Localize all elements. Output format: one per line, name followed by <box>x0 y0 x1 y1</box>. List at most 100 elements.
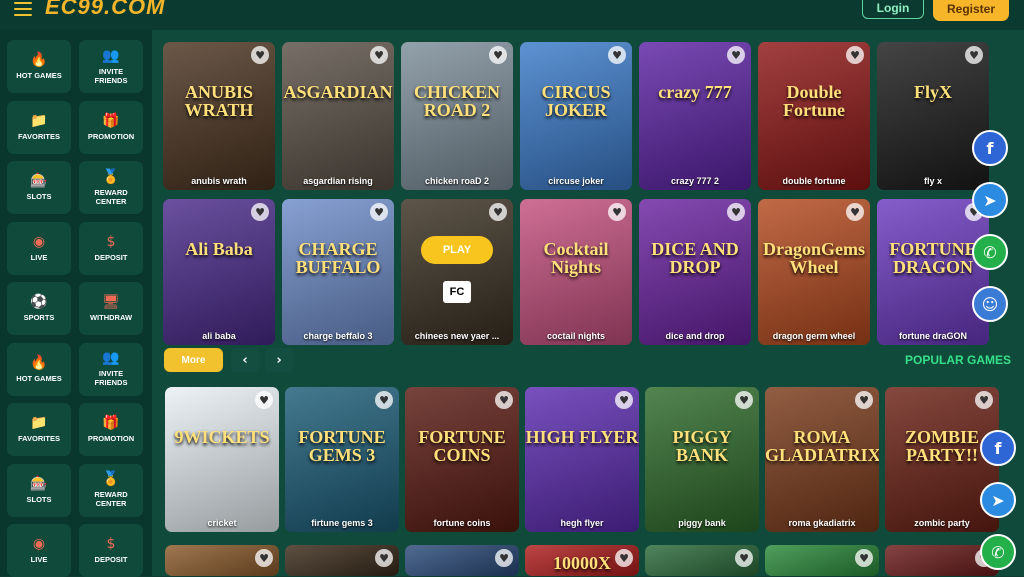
game-tile[interactable]: ♥ <box>285 545 399 576</box>
favorite-heart-icon[interactable]: ♥ <box>255 391 273 409</box>
sidebar-item-promotion[interactable]: 🎁 PROMOTION <box>79 100 143 154</box>
sidebar-item-label: INVITE FRIENDS <box>94 66 128 85</box>
favorite-heart-icon[interactable]: ♥ <box>965 46 983 64</box>
game-tile[interactable]: ZOMBIE PARTY!! ♥ zombic party <box>885 387 999 532</box>
sidebar-item-reward-center[interactable]: 🏅 REWARD CENTER <box>79 463 143 517</box>
sidebar-item-label: SLOTS <box>26 192 52 201</box>
favorite-heart-icon[interactable]: ♥ <box>608 46 626 64</box>
sidebar-item-live[interactable]: ◉ LIVE <box>7 221 71 275</box>
sidebar-item-favorites[interactable]: 📁 FAVORITES <box>7 100 71 154</box>
support-icon[interactable]: ☺ <box>972 286 1008 322</box>
favorite-heart-icon[interactable]: ♥ <box>370 203 388 221</box>
sidebar-item-live[interactable]: ◉ LIVE <box>7 524 71 577</box>
sidebar-item-label: SPORTS <box>23 313 55 322</box>
telegram-icon[interactable]: ➤ <box>972 182 1008 218</box>
favorite-heart-icon[interactable]: ♥ <box>615 391 633 409</box>
game-name: fly x <box>923 176 942 186</box>
game-tile[interactable]: FORTUNE COINS ♥ fortune coins <box>405 387 519 532</box>
next-arrow-icon[interactable]: › <box>265 348 293 372</box>
favorite-heart-icon[interactable]: ♥ <box>975 391 993 409</box>
game-tile[interactable]: Ali Baba ♥ ali baba <box>163 199 275 345</box>
favorite-heart-icon[interactable]: ♥ <box>370 46 388 64</box>
favorite-heart-icon[interactable]: ♥ <box>727 46 745 64</box>
sidebar-item-sports[interactable]: ⚽ SPORTS <box>7 282 71 335</box>
favorite-heart-icon[interactable]: ♥ <box>251 203 269 221</box>
favorite-heart-icon[interactable]: ♥ <box>495 549 513 567</box>
sidebar-item-hot-games[interactable]: 🔥 HOT GAMES <box>7 40 71 93</box>
game-tile[interactable]: CIRCUS JOKER ♥ circuse joker <box>520 42 632 190</box>
favorite-heart-icon[interactable]: ♥ <box>495 391 513 409</box>
game-name: dice and drop <box>665 331 725 341</box>
game-tile[interactable]: ROMA GLADIATRIX ♥ roma gkadiatrix <box>765 387 879 532</box>
favorite-heart-icon[interactable]: ♥ <box>727 203 745 221</box>
game-tile[interactable]: HIGH FLYER ♥ hegh flyer <box>525 387 639 532</box>
favorite-heart-icon[interactable]: ♥ <box>489 203 507 221</box>
game-name: double fortune <box>782 176 846 186</box>
play-button[interactable]: PLAY <box>421 236 493 264</box>
whatsapp-icon[interactable]: ✆ <box>972 234 1008 270</box>
favorite-heart-icon[interactable]: ♥ <box>375 549 393 567</box>
sidebar-item-label: SLOTS <box>26 494 52 504</box>
sidebar-item-promotion[interactable]: 🎁 PROMOTION <box>79 403 143 456</box>
folder-icon: 📁 <box>30 112 48 129</box>
sidebar-item-slots[interactable]: 🎰 SLOTS <box>7 463 71 517</box>
register-button[interactable]: Register <box>933 0 1009 21</box>
prev-arrow-icon[interactable]: ‹ <box>231 348 259 372</box>
telegram-icon[interactable]: ➤ <box>980 482 1016 518</box>
sidebar-item-invite-friends[interactable]: 👥 INVITE FRIENDS <box>79 342 143 396</box>
whatsapp-icon[interactable]: ✆ <box>980 534 1016 570</box>
favorite-heart-icon[interactable]: ♥ <box>615 549 633 567</box>
game-tile[interactable]: Cocktail Nights ♥ coctail nights <box>520 199 632 345</box>
favorite-heart-icon[interactable]: ♥ <box>251 46 269 64</box>
sidebar-item-label: FAVORITES <box>18 434 60 443</box>
favorite-heart-icon[interactable]: ♥ <box>735 391 753 409</box>
game-tile[interactable]: crazy 777 ♥ crazy 777 2 <box>639 42 751 190</box>
favorite-heart-icon[interactable]: ♥ <box>375 391 393 409</box>
favorite-heart-icon[interactable]: ♥ <box>255 549 273 567</box>
game-tile[interactable]: ♥ <box>405 545 519 576</box>
game-tile[interactable]: CHICKEN ROAD 2 ♥ chicken roaD 2 <box>401 42 513 190</box>
game-tile[interactable]: ♥ <box>165 545 279 576</box>
game-tile[interactable]: ♥ <box>765 545 879 576</box>
login-button[interactable]: Login <box>862 0 924 19</box>
game-tile[interactable]: 9WICKETS ♥ cricket <box>165 387 279 532</box>
facebook-icon[interactable]: f <box>980 430 1016 466</box>
sidebar-item-invite-friends[interactable]: 👥 INVITE FRIENDS <box>79 40 143 93</box>
sidebar-item-hot-games[interactable]: 🔥 HOT GAMES <box>7 342 71 396</box>
game-tile[interactable]: DICE AND DROP ♥ dice and drop <box>639 199 751 345</box>
game-tile[interactable]: ♥ <box>645 545 759 576</box>
game-tile[interactable]: FlyX ♥ fly x <box>877 42 989 190</box>
favorite-heart-icon[interactable]: ♥ <box>489 46 507 64</box>
game-logo-art: FORTUNE COINS <box>418 426 506 465</box>
game-tile[interactable]: ASGARDIAN ♥ asgardian rising <box>282 42 394 190</box>
sidebar-item-deposit[interactable]: $ DEPOSIT <box>79 221 143 275</box>
favorite-heart-icon[interactable]: ♥ <box>855 391 873 409</box>
favorite-heart-icon[interactable]: ♥ <box>855 549 873 567</box>
game-tile[interactable]: FORTUNE GEMS 3 ♥ firtune gems 3 <box>285 387 399 532</box>
sidebar-item-withdraw[interactable]: 🖥 WITHDRAW <box>79 282 143 335</box>
game-tile[interactable]: FORTUNE DRAGON ♥ fortune draGON <box>877 199 989 345</box>
game-logo-art: ASGARDIAN <box>283 82 393 103</box>
game-tile[interactable]: PLAY FC ♥ chinees new yaer ... <box>401 199 513 345</box>
game-tile[interactable]: Double Fortune ♥ double fortune <box>758 42 870 190</box>
sidebar-item-deposit[interactable]: $ DEPOSIT <box>79 524 143 577</box>
favorite-heart-icon[interactable]: ♥ <box>735 549 753 567</box>
game-tile[interactable]: CHARGE BUFFALO ♥ charge beffalo 3 <box>282 199 394 345</box>
game-tile[interactable]: 10000X ♥ <box>525 545 639 576</box>
game-tile[interactable]: PIGGY BANK ♥ piggy bank <box>645 387 759 532</box>
menu-icon[interactable] <box>14 2 32 16</box>
sidebar-item-label: REWARD CENTER <box>94 187 128 206</box>
game-logo-art: ROMA GLADIATRIX <box>765 426 879 465</box>
game-logo-art: FORTUNE GEMS 3 <box>298 426 386 465</box>
more-button[interactable]: More <box>164 348 223 372</box>
sidebar-item-favorites[interactable]: 📁 FAVORITES <box>7 403 71 456</box>
game-tile[interactable]: DragonGems Wheel ♥ dragon germ wheel <box>758 199 870 345</box>
game-tile[interactable]: ANUBIS WRATH ♥ anubis wrath <box>163 42 275 190</box>
favorite-heart-icon[interactable]: ♥ <box>846 203 864 221</box>
facebook-icon[interactable]: f <box>972 130 1008 166</box>
favorite-heart-icon[interactable]: ♥ <box>846 46 864 64</box>
site-logo[interactable]: EC99.COM <box>45 0 165 20</box>
sidebar-item-reward-center[interactable]: 🏅 REWARD CENTER <box>79 161 143 214</box>
sidebar-item-slots[interactable]: 🎰 SLOTS <box>7 161 71 214</box>
favorite-heart-icon[interactable]: ♥ <box>608 203 626 221</box>
